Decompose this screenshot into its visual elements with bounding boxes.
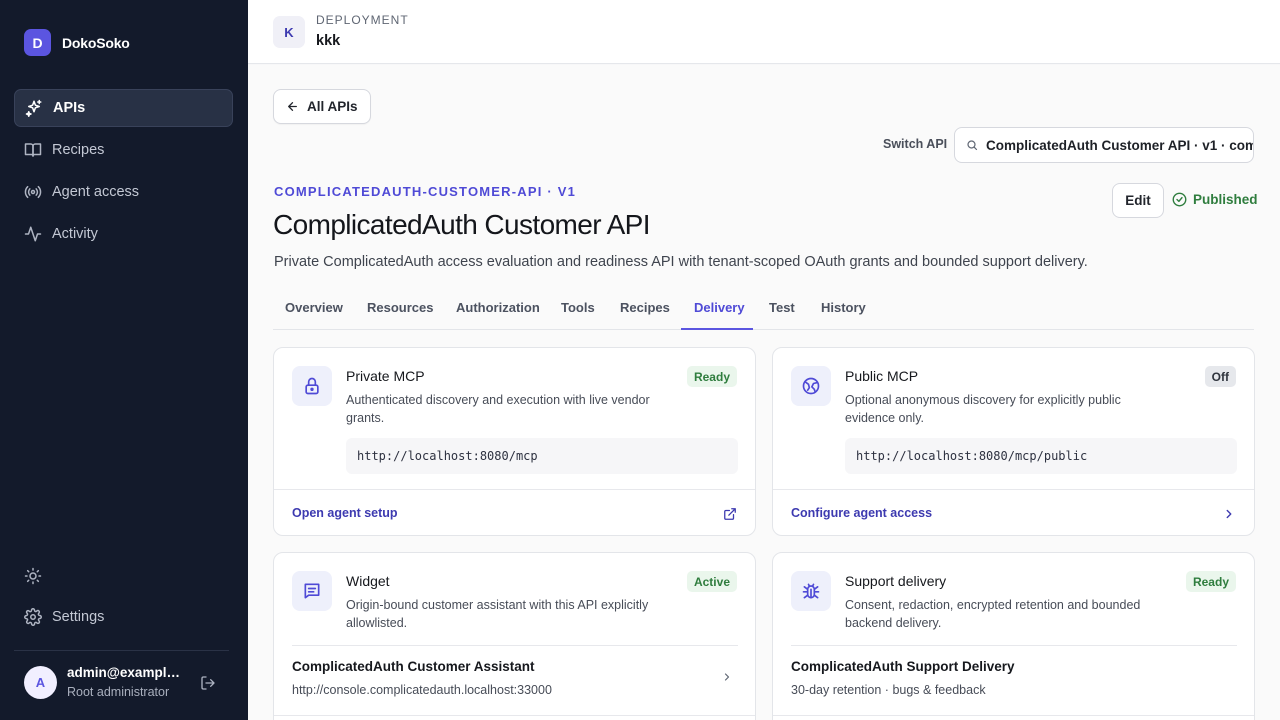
support-delivery-card: Support delivery Ready Consent, redactio… [772,552,1255,720]
divider [274,715,755,716]
brand-name: DokoSoko [62,34,130,51]
topbar: K DEPLOYMENT kkk [248,0,1280,64]
bug-icon [791,571,831,611]
sidebar-item-label: Recipes [52,142,105,158]
logout-icon[interactable] [200,675,216,691]
open-agent-setup-link[interactable]: Open agent setup [292,506,398,520]
divider [773,715,1254,716]
card-title: Public MCP [845,368,919,384]
chevron-right-icon [1226,509,1232,519]
tab-tools[interactable]: Tools [561,300,595,315]
status-badge: Ready [1185,571,1236,592]
status-badge: Ready [686,366,737,387]
deployment-name[interactable]: kkk [316,33,340,49]
switch-api-input[interactable]: ComplicatedAuth Customer API · v1 · comp… [954,127,1254,163]
support-delivery-name[interactable]: ComplicatedAuth Support Delivery [791,659,1015,674]
sidebar-item-activity[interactable]: Activity [14,215,233,253]
sidebar-item-settings[interactable]: Settings [14,598,233,636]
sidebar-nav: APIs Recipes Agent access Activity [14,89,233,257]
user-email: admin@example.com [67,665,185,680]
user-info: admin@example.com Root administrator [67,665,185,699]
sidebar-divider [14,650,229,651]
card-footer[interactable]: Open agent setup [274,489,755,536]
chat-icon [292,571,332,611]
user-menu[interactable]: A admin@example.com Root administrator [24,665,224,699]
status-badge: Published [1172,192,1258,207]
deployment-avatar[interactable]: K [273,16,305,48]
chevron-right-icon[interactable] [721,671,733,683]
lock-icon [292,366,332,406]
endpoint-url[interactable]: http://localhost:8080/mcp/public [845,438,1237,474]
deployment-label: DEPLOYMENT [316,13,409,27]
avatar: A [24,665,57,699]
widget-origin: http://console.complicatedauth.localhost… [292,683,552,697]
tab-delivery[interactable]: Delivery [694,300,745,315]
widget-name[interactable]: ComplicatedAuth Customer Assistant [292,659,535,674]
active-tab-indicator [681,328,753,330]
card-description: Optional anonymous discovery for explici… [845,393,1121,425]
api-description: Private ComplicatedAuth access evaluatio… [274,254,1088,270]
sun-icon[interactable] [24,567,42,585]
sidebar-item-agent-access[interactable]: Agent access [14,173,233,211]
tab-authorization[interactable]: Authorization [456,300,540,315]
all-apis-button[interactable]: All APIs [273,89,371,124]
tab-resources[interactable]: Resources [367,300,433,315]
edit-button[interactable]: Edit [1112,183,1164,218]
api-slug: COMPLICATEDAUTH-CUSTOMER-API · V1 [274,184,577,199]
sidebar-nav-settings: Settings [14,598,233,640]
main-content: All APIs Switch API ComplicatedAuth Cust… [248,65,1280,720]
user-role: Root administrator [67,685,170,699]
all-apis-label: All APIs [307,99,358,114]
arrow-left-icon [288,102,297,111]
card-title: Widget [346,573,390,589]
private-mcp-card: Private MCP Ready Authenticated discover… [273,347,756,536]
widget-card: Widget Active Origin-bound customer assi… [273,552,756,720]
globe-icon [791,366,831,406]
status-badge: Off [1204,366,1236,387]
status-label: Published [1193,192,1258,207]
tab-overview[interactable]: Overview [285,300,343,315]
card-footer[interactable]: Configure agent access [773,489,1254,536]
sidebar-item-label: Settings [52,609,105,625]
search-icon [967,140,978,151]
activity-icon [24,225,42,243]
sidebar-item-recipes[interactable]: Recipes [14,131,233,169]
card-description: Consent, redaction, encrypted retention … [845,598,1141,630]
switch-api-value: ComplicatedAuth Customer API · v1 · comp… [986,137,1253,153]
sparkles-icon [25,99,43,117]
tab-test[interactable]: Test [769,300,795,315]
support-delivery-meta: 30-day retention · bugs & feedback [791,683,986,697]
external-link-icon [724,508,736,520]
broadcast-icon [24,183,42,201]
book-icon [24,141,42,159]
page-title: ComplicatedAuth Customer API [273,209,651,240]
card-description: Authenticated discovery and execution wi… [346,393,650,425]
sidebar-item-label: APIs [53,100,86,116]
card-description: Origin-bound customer assistant with thi… [346,598,649,630]
card-title: Support delivery [845,573,947,589]
configure-agent-access-link[interactable]: Configure agent access [791,506,932,520]
sidebar-item-apis[interactable]: APIs [14,89,233,127]
public-mcp-card: Public MCP Off Optional anonymous discov… [772,347,1255,536]
check-circle-icon [1172,192,1187,207]
card-title: Private MCP [346,368,425,384]
switch-api-label: Switch API [883,137,948,151]
divider [292,645,738,646]
brand[interactable]: D DokoSoko [24,29,130,56]
endpoint-url[interactable]: http://localhost:8080/mcp [346,438,738,474]
sidebar-item-label: Activity [52,226,98,242]
status-badge: Active [686,571,737,592]
tab-recipes[interactable]: Recipes [620,300,670,315]
gear-icon [24,608,42,626]
tab-bar: Overview Resources Authorization Tools R… [273,293,1254,330]
brand-logo: D [24,29,51,56]
sidebar: D DokoSoko APIs Recipes Agent access Act… [0,0,248,720]
divider [791,645,1237,646]
sidebar-item-label: Agent access [52,184,140,200]
tab-history[interactable]: History [821,300,866,315]
